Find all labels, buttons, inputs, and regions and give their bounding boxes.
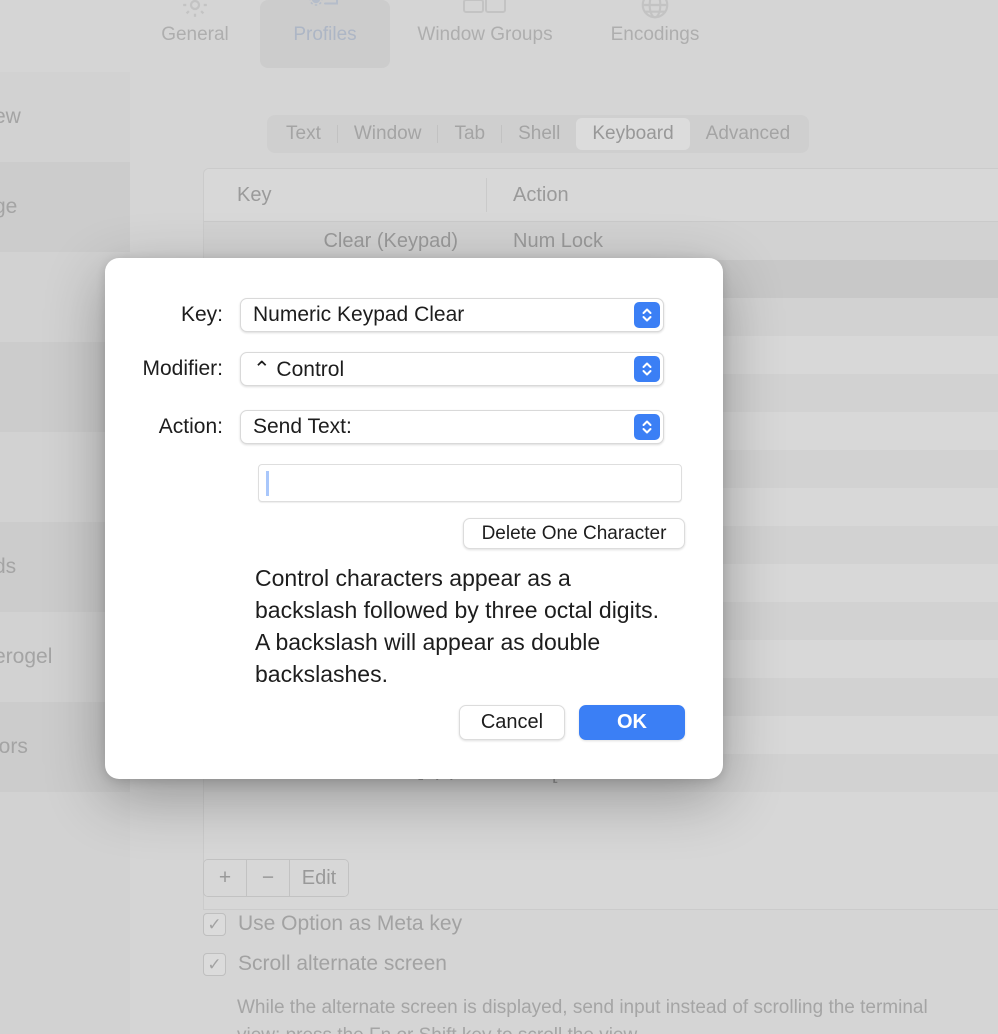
checkbox-use-option-as-meta[interactable]: ✓ Use Option as Meta key xyxy=(203,912,462,936)
sidebar-item-label: erogel xyxy=(0,645,53,668)
preferences-window: General Profiles Window Groups Encodings… xyxy=(0,0,998,1034)
table-controls: + − Edit xyxy=(203,859,349,897)
modifier-dropdown[interactable]: ⌃ Control xyxy=(240,352,664,386)
checkbox-label: Use Option as Meta key xyxy=(238,912,463,935)
modifier-dropdown-value: ⌃ Control xyxy=(253,357,345,381)
column-header-action[interactable]: Action xyxy=(487,184,569,207)
toolbar-items: General Profiles Window Groups Encodings xyxy=(130,0,730,68)
tab-text[interactable]: Text xyxy=(270,118,337,150)
checkbox-mark: ✓ xyxy=(203,912,226,936)
modifier-label: Modifier: xyxy=(142,357,223,380)
checkbox-mark: ✓ xyxy=(203,952,226,976)
action-dropdown[interactable]: Send Text: xyxy=(240,410,664,444)
key-mapping-dialog: Key: Numeric Keypad Clear Modifier: ⌃ Co… xyxy=(105,258,723,779)
tab-tab[interactable]: Tab xyxy=(438,118,501,150)
tab-advanced[interactable]: Advanced xyxy=(690,118,807,150)
tab-shell[interactable]: Shell xyxy=(502,118,576,150)
key-field-row: Key: Numeric Keypad Clear xyxy=(105,298,664,332)
toolbar-item-label: Profiles xyxy=(293,24,357,45)
toolbar-item-window-groups[interactable]: Window Groups xyxy=(390,0,580,68)
table-header: Key Action xyxy=(204,169,998,222)
sidebar-item[interactable]: ew xyxy=(0,72,130,162)
toolbar-item-label: Encodings xyxy=(610,24,700,45)
modifier-field-row: Modifier: ⌃ Control xyxy=(105,352,664,386)
sidebar-item-label: lors xyxy=(0,735,28,758)
toolbar-item-profiles[interactable]: Profiles xyxy=(260,0,390,68)
remove-mapping-button[interactable]: − xyxy=(247,860,290,896)
delete-one-character-button[interactable]: Delete One Character xyxy=(463,518,685,549)
cell-action: Num Lock xyxy=(513,229,604,252)
toolbar: General Profiles Window Groups Encodings xyxy=(0,0,998,73)
text-caret xyxy=(266,471,269,496)
profiles-gear-window-icon xyxy=(303,0,347,22)
key-dropdown[interactable]: Numeric Keypad Clear xyxy=(240,298,664,332)
ok-button[interactable]: OK xyxy=(579,705,685,740)
toolbar-item-label: Window Groups xyxy=(417,24,553,45)
chevron-updown-icon[interactable] xyxy=(634,356,660,382)
chevron-updown-icon[interactable] xyxy=(634,302,660,328)
edit-mapping-button[interactable]: Edit xyxy=(290,860,348,896)
gear-icon xyxy=(180,0,210,22)
toolbar-item-label: General xyxy=(161,24,229,45)
toolbar-item-general[interactable]: General xyxy=(130,0,260,68)
sidebar-item-label: ds xyxy=(0,555,17,578)
checkbox-label: Scroll alternate screen xyxy=(238,952,447,975)
tab-keyboard[interactable]: Keyboard xyxy=(576,118,690,150)
send-text-input[interactable] xyxy=(258,464,682,502)
table-row[interactable]: Clear (Keypad) Num Lock xyxy=(204,222,998,260)
chevron-updown-icon[interactable] xyxy=(634,414,660,440)
action-label: Action: xyxy=(158,415,223,438)
profile-tab-bar: Text Window Tab Shell Keyboard Advanced xyxy=(267,115,810,153)
window-groups-icon xyxy=(462,0,508,22)
sidebar-item-label: ew xyxy=(0,105,21,128)
key-label: Key: xyxy=(180,303,223,326)
cell-key: Clear (Keypad) xyxy=(323,229,458,252)
tab-window[interactable]: Window xyxy=(338,118,438,150)
cancel-button[interactable]: Cancel xyxy=(459,705,565,740)
sidebar-item-label: ge xyxy=(0,195,18,218)
dialog-help-text: Control characters appear as a backslash… xyxy=(255,565,659,687)
toolbar-item-encodings[interactable]: Encodings xyxy=(580,0,730,68)
key-dropdown-value: Numeric Keypad Clear xyxy=(253,303,465,326)
checkbox-scroll-alternate-screen[interactable]: ✓ Scroll alternate screen xyxy=(203,952,447,976)
add-mapping-button[interactable]: + xyxy=(204,860,247,896)
sidebar-item[interactable]: ge xyxy=(0,162,130,252)
globe-icon xyxy=(639,0,671,22)
action-dropdown-value: Send Text: xyxy=(253,415,352,438)
column-header-key[interactable]: Key xyxy=(204,184,486,207)
scroll-alternate-description: While the alternate screen is displayed,… xyxy=(237,997,928,1034)
action-field-row: Action: Send Text: xyxy=(105,410,664,444)
